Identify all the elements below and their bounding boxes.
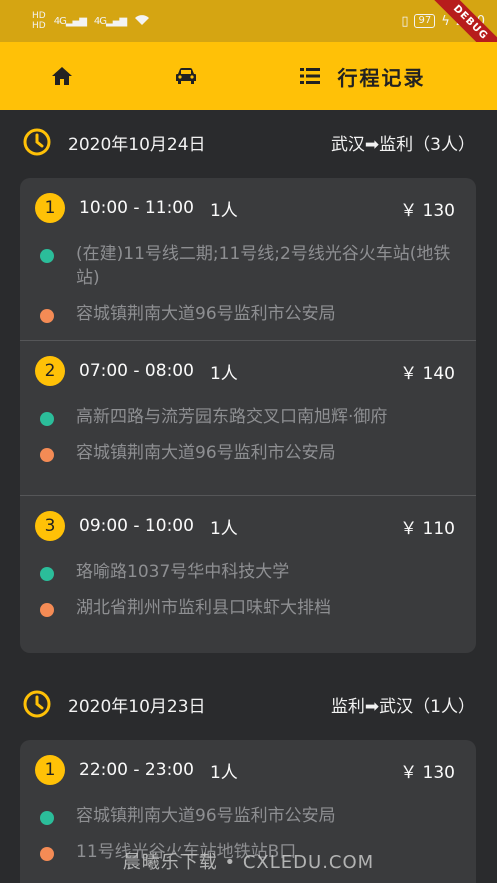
start-address-text: (在建)11号线二期;11号线;2号线光谷火车站(地铁站) (76, 244, 451, 288)
end-address-text: 湖北省荆州市监利县口味虾大排档 (76, 598, 331, 618)
vibrate-icon: ▯ (401, 13, 409, 29)
end-dot-icon (40, 603, 54, 617)
order-people: 1人 (209, 762, 238, 783)
start-dot-icon (40, 249, 54, 263)
tab-records-label: 行程记录 (337, 65, 426, 90)
end-address: 容城镇荆南大道96号监利市公安局 (35, 298, 461, 334)
start-address: (在建)11号线二期;11号线;2号线光谷火车站(地铁站) (35, 238, 461, 298)
order-index-badge: 3 (35, 511, 65, 541)
day-header: 2020年10月24日 武汉➡监利（3人） (0, 111, 497, 173)
order-index-badge: 2 (35, 356, 65, 386)
start-dot-icon (40, 811, 54, 825)
order-people: 1人 (209, 200, 238, 221)
start-address-text: 珞喻路1037号华中科技大学 (76, 562, 290, 582)
top-tab-bar: 行程记录 (0, 42, 497, 110)
watermark: 晨曦乐下载 • CXLEDU.COM (122, 852, 375, 873)
start-address: 珞喻路1037号华中科技大学 (35, 556, 461, 592)
day-route: 监利➡武汉（1人） (330, 696, 475, 717)
car-icon (176, 68, 196, 84)
start-address-text: 高新四路与流芳园东路交叉口南旭辉·御府 (76, 407, 388, 427)
order-price: ￥ 130 (400, 200, 455, 221)
hd-indicator: HD HD (32, 11, 46, 31)
tab-home[interactable] (0, 42, 124, 110)
order-time: 10:00 - 11:00 (79, 198, 194, 218)
order-people: 1人 (209, 363, 238, 384)
trip-card: 1 10:00 - 11:00 1人 ￥ 130 (在建)11号线二期;11号线… (20, 178, 476, 653)
order-price: ￥ 130 (400, 762, 455, 783)
order-item[interactable]: 1 10:00 - 11:00 1人 ￥ 130 (在建)11号线二期;11号线… (20, 178, 476, 340)
list-icon (299, 68, 320, 84)
order-index-badge: 1 (35, 755, 65, 785)
day-date: 2020年10月23日 (68, 696, 206, 717)
end-address: 湖北省荆州市监利县口味虾大排档 (35, 592, 461, 628)
day-header: 2020年10月23日 监利➡武汉（1人） (0, 673, 497, 735)
end-address-text: 容城镇荆南大道96号监利市公安局 (76, 443, 336, 463)
clock-icon (23, 128, 51, 156)
end-dot-icon (40, 448, 54, 462)
tab-records[interactable]: 行程记录 (248, 42, 497, 110)
start-dot-icon (40, 412, 54, 426)
status-bar: HDHD 4G▂▄▆ 4G▂▄▆ ▯ 97 ϟ 22:0 DEBUG (0, 0, 497, 69)
tab-car[interactable] (124, 42, 248, 110)
start-address-text: 容城镇荆南大道96号监利市公安局 (76, 806, 336, 826)
order-item[interactable]: 3 09:00 - 10:00 1人 ￥ 110 珞喻路1037号华中科技大学 … (20, 495, 476, 650)
status-left: HD HD 4G▂▄▆ 4G▂▄▆ (32, 11, 150, 31)
order-people: 1人 (209, 518, 238, 539)
order-time: 07:00 - 08:00 (79, 361, 194, 381)
order-item[interactable]: 2 07:00 - 08:00 1人 ￥ 140 高新四路与流芳园东路交叉口南旭… (20, 340, 476, 495)
order-index-badge: 1 (35, 193, 65, 223)
day-route: 武汉➡监利（3人） (330, 134, 475, 155)
battery-indicator: 97 (414, 14, 436, 28)
order-time: 09:00 - 10:00 (79, 516, 194, 536)
signal-icon: 4G▂▄▆ (53, 15, 87, 27)
start-dot-icon (40, 567, 54, 581)
start-address: 高新四路与流芳园东路交叉口南旭辉·御府 (35, 401, 461, 437)
charging-icon: ϟ (441, 13, 450, 29)
order-price: ￥ 110 (400, 518, 455, 539)
end-dot-icon (40, 309, 54, 323)
day-date: 2020年10月24日 (68, 134, 206, 155)
home-icon (52, 67, 72, 85)
order-time: 22:00 - 23:00 (79, 760, 194, 780)
start-address: 容城镇荆南大道96号监利市公安局 (35, 800, 461, 836)
signal-icon-2: 4G▂▄▆ (93, 15, 127, 27)
end-address: 容城镇荆南大道96号监利市公安局 (35, 437, 461, 473)
wifi-icon (134, 14, 150, 29)
end-address-text: 容城镇荆南大道96号监利市公安局 (76, 304, 336, 324)
order-price: ￥ 140 (400, 363, 455, 384)
clock-icon (23, 690, 51, 718)
